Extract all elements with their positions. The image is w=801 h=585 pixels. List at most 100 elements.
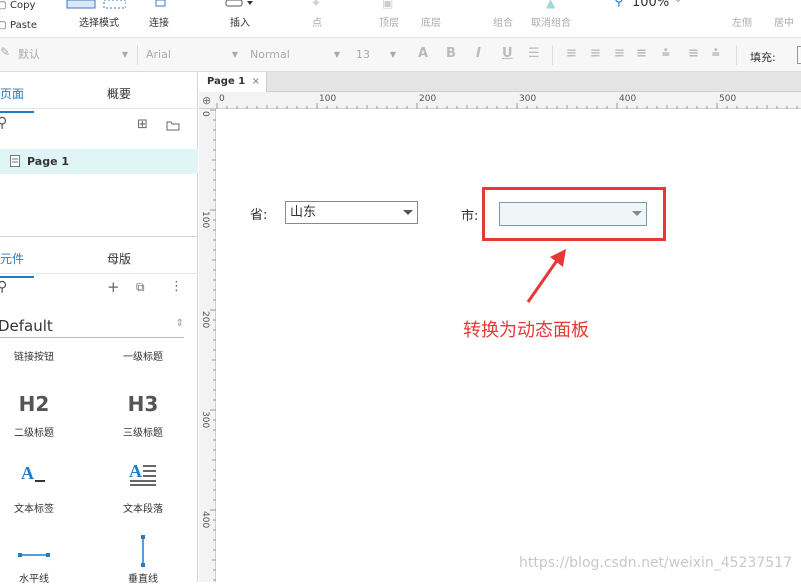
text-label-icon: A [0, 460, 74, 500]
library-select[interactable]: Default ⇕ [0, 312, 184, 338]
city-dropdown[interactable] [499, 202, 647, 226]
ruler-label: 100 [200, 211, 210, 229]
add-page-icon[interactable]: ⊞ [137, 117, 148, 132]
zoom-select[interactable]: ⚲ 100% ⌄ [612, 0, 688, 38]
city-label: 市: [461, 209, 479, 224]
search-icon[interactable]: ⚲ [0, 279, 7, 295]
province-label: 省: [250, 208, 268, 223]
svg-text:A: A [129, 461, 142, 481]
ruler-label: 0 [200, 111, 210, 117]
font-family-select[interactable]: Arial ▼ [146, 45, 240, 65]
chevron-down-icon: ⌄ [674, 0, 682, 5]
vertical-line-icon [103, 534, 183, 570]
style-select[interactable]: 默认 ▼ [18, 45, 130, 65]
paragraph-icon: A [103, 460, 183, 500]
list-icon[interactable]: ☰ [528, 46, 540, 61]
ruler-label: 200 [200, 311, 210, 329]
ruler-label: 500 [719, 94, 737, 104]
paste-button[interactable]: ▢ Paste [0, 20, 40, 36]
ungroup-icon: ▲ [546, 0, 556, 10]
font-size-select[interactable]: 13 ▼ [356, 45, 398, 65]
ruler-label: 0 [219, 94, 225, 104]
connect-button[interactable]: 连接 [140, 0, 178, 38]
widget-h3[interactable]: H3 三级标题 [103, 384, 183, 439]
page-tabs-bar: Page 1 × [199, 72, 801, 92]
widget-vertical-line[interactable]: 垂直线 [103, 534, 183, 585]
copy-icon: ▢ [0, 0, 7, 11]
widget-link-button[interactable]: 链接按钮 [0, 348, 74, 363]
align-left-icon[interactable]: ≡ [566, 46, 577, 61]
page-list-item[interactable]: Page 1 [0, 149, 198, 174]
justify-icon[interactable]: ≡ [636, 46, 647, 61]
ruler-label: 400 [619, 94, 637, 104]
tab-widgets[interactable]: 元件 [0, 250, 35, 278]
divider [736, 45, 737, 65]
select-mode-icon [66, 0, 126, 9]
search-icon[interactable]: ⚲ [0, 115, 7, 131]
tab-pages[interactable]: 页面 [0, 85, 35, 113]
connect-icon [155, 0, 166, 7]
pages-search-row: ⚲ ⊞ [0, 110, 198, 144]
align-middle-icon[interactable]: ≡ [688, 46, 699, 61]
copy-icon[interactable]: ⧉ [136, 280, 145, 295]
align-bottom-icon[interactable]: ⩮ [712, 46, 720, 61]
ruler-label: 300 [519, 94, 537, 104]
align-left-button[interactable]: 左侧 [728, 0, 756, 38]
chevron-updown-icon: ⇕ [175, 318, 184, 329]
underline-icon[interactable]: U [502, 46, 513, 61]
align-center-button[interactable]: 居中 [770, 0, 798, 38]
font-weight-select[interactable]: Normal ▼ [250, 45, 342, 65]
chevron-down-icon: ▼ [121, 50, 128, 59]
widget-paragraph[interactable]: A 文本段落 [103, 460, 183, 515]
tab-masters[interactable]: 母版 [107, 250, 131, 267]
widgets-tabs: 元件 母版 [0, 237, 198, 278]
more-icon[interactable]: ⋮ [170, 279, 183, 294]
ruler-label: 100 [319, 94, 337, 104]
bold-icon[interactable]: B [446, 46, 456, 61]
watermark: https://blog.csdn.net/weixin_45237517 [519, 555, 793, 571]
folder-icon[interactable] [166, 120, 180, 131]
vertical-ruler: 0 100 200 300 400 [199, 109, 216, 582]
province-dropdown[interactable]: 山东 [285, 201, 418, 224]
paste-icon: ▢ [0, 20, 7, 31]
h2-icon: H2 [18, 392, 50, 416]
widget-horizontal-line[interactable]: 水平线 [0, 534, 74, 585]
widget-text-label[interactable]: A 文本标签 [0, 460, 74, 515]
annotation-arrow [526, 249, 566, 303]
chevron-down-icon: ▼ [231, 50, 238, 59]
widgets-search-row: ⚲ + ⧉ ⋮ [0, 274, 198, 308]
italic-icon[interactable]: I [476, 46, 481, 61]
left-panel: 页面 概要 ⚲ ⊞ Page 1 元件 母版 ⚲ + ⧉ ⋮ Default ⇕… [0, 72, 198, 585]
bring-to-top-button[interactable]: ▣ 顶层 [372, 0, 406, 38]
tab-outline[interactable]: 概要 [107, 85, 131, 102]
align-right-icon[interactable]: ≡ [614, 46, 625, 61]
design-canvas[interactable]: 省: 山东 市: 转换为动态面板 https://blog.csdn.net/w… [216, 109, 801, 582]
style-icon: ✎ [0, 45, 11, 59]
select-mode-button[interactable]: 选择模式 [66, 0, 132, 38]
align-center-icon[interactable]: ≡ [590, 46, 601, 61]
insert-button[interactable]: 插入 [220, 0, 260, 38]
widget-h2[interactable]: H2 二级标题 [0, 384, 74, 439]
pages-tabs: 页面 概要 [0, 72, 198, 113]
ruler-label: 300 [200, 411, 210, 429]
chevron-down-icon: ▼ [333, 50, 340, 59]
svg-text:A: A [21, 463, 34, 483]
horizontal-line-icon [0, 534, 74, 570]
align-top-icon[interactable]: ⩮ [662, 46, 670, 61]
group-button[interactable]: 组合 [486, 0, 520, 38]
chevron-down-icon: ▼ [389, 50, 396, 59]
ruler-label: 200 [419, 94, 437, 104]
add-library-icon[interactable]: + [107, 278, 120, 296]
ruler-label: 400 [200, 511, 210, 529]
point-button[interactable]: ✦ 点 [305, 0, 329, 38]
fill-color-swatch[interactable] [797, 46, 801, 64]
point-icon: ✦ [311, 0, 322, 10]
chevron-down-icon [632, 211, 642, 216]
main-toolbar: ▢ Copy ▢ Paste 选择模式 连接 插入 ✦ 点 ▣ 顶层 底层 组合… [0, 0, 801, 38]
text-color-icon[interactable]: A [418, 46, 428, 61]
ungroup-button[interactable]: ▲ 取消组合 [526, 0, 576, 38]
close-icon[interactable]: × [252, 72, 260, 92]
send-to-bottom-button[interactable]: 底层 [414, 0, 448, 38]
widget-h1[interactable]: 一级标题 [103, 348, 183, 363]
tab-page-1[interactable]: Page 1 × [199, 72, 267, 92]
